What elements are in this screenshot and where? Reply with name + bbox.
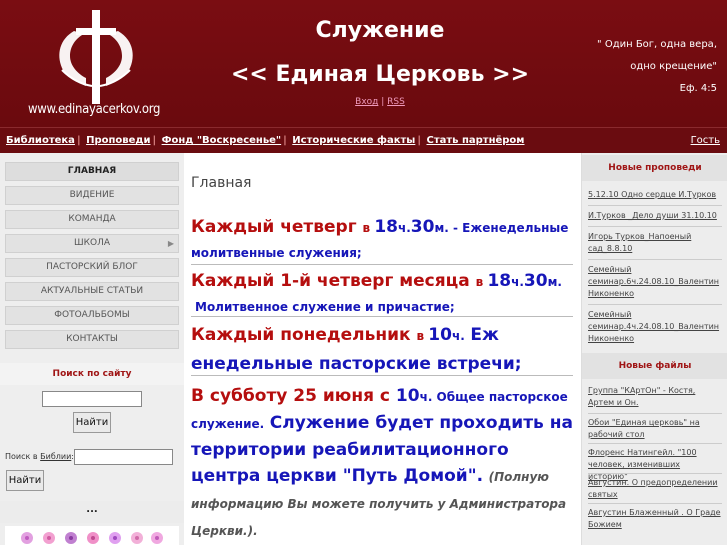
main-content: Главная Каждый четверг в 18ч.30м. - Ежен…: [184, 153, 581, 545]
new-sermons-title: Новые проповеди: [582, 155, 727, 181]
site-title-line2: << Единая Церковь >>: [230, 62, 530, 87]
flowers-banner: [5, 526, 179, 545]
sermon-divider: [588, 259, 722, 260]
menu-item-team[interactable]: Команда: [5, 210, 179, 229]
bible-search-input[interactable]: [74, 449, 173, 465]
sermon-link[interactable]: И.Турков _Дело души 31.10.10: [588, 210, 722, 222]
menu-item-school[interactable]: Школа ▶: [5, 234, 179, 253]
quote-reference: Еф. 4:5: [679, 83, 717, 94]
nav-item-sermons[interactable]: Проповеди: [86, 135, 150, 146]
file-link[interactable]: Обои "Единая церковь" на рабочий стол: [588, 417, 722, 441]
file-divider: [588, 503, 722, 504]
link-separator: |: [381, 97, 385, 107]
menu-item-label: Школа: [73, 238, 111, 248]
bible-search-label: Поиск в Библии:: [5, 452, 74, 461]
divider: [191, 264, 573, 265]
right-sidebar: Новые проповеди 5.12.10 Одно сердце И.Ту…: [581, 153, 727, 545]
divider: [191, 375, 573, 376]
header-links: Вход | RSS: [300, 97, 460, 107]
sermon-divider: [588, 304, 722, 305]
bible-link[interactable]: Библии: [40, 452, 71, 461]
sermon-link[interactable]: 5.12.10 Одно сердце И.Турков: [588, 189, 722, 201]
sermon-divider: [588, 205, 722, 206]
file-link[interactable]: Группа "КАртОн" - Костя, Артем и Он.: [588, 385, 722, 409]
menu-item-articles[interactable]: Актуальные статьи: [5, 282, 179, 301]
sermon-link[interactable]: Семейный семинар.6ч.24.08.10_Валентин Ни…: [588, 264, 722, 300]
site-search-button[interactable]: Найти: [73, 412, 111, 433]
guest-link[interactable]: Гость: [691, 135, 720, 146]
menu-item-vision[interactable]: Видение: [5, 186, 179, 205]
top-nav-items: Библиотека | Проповеди | Фонд "Воскресенье…: [6, 135, 525, 146]
file-link[interactable]: Августин Блаженный . О Граде Божием: [588, 507, 722, 531]
quote-line2: одно крещение": [630, 61, 717, 72]
file-link[interactable]: Августин. О предопределении святых: [588, 477, 722, 501]
top-nav: Библиотека | Проповеди | Фонд "Воскресенье…: [0, 127, 727, 153]
menu-item-contacts[interactable]: Контакты: [5, 330, 179, 349]
notice-monday: Каждый понедельник в 10ч. Еж енедельные …: [191, 325, 522, 374]
scripture-quote: " Один Бог, одна вера, одно крещение" Еф…: [557, 34, 717, 100]
site-search-title: Поиск по сайту: [0, 363, 184, 385]
site-logo[interactable]: www.edinayacerkov.org: [20, 4, 170, 122]
sermon-link[interactable]: Семейный семинар.4ч.24.08.10_Валентин Ни…: [588, 309, 722, 345]
new-files-title: Новые файлы: [582, 353, 727, 379]
cross-logo-icon: [59, 10, 133, 104]
nav-item-fund[interactable]: Фонд "Воскресенье": [162, 135, 282, 146]
site-title-line1: Служение: [315, 18, 445, 43]
left-sidebar: Главная Видение Команда Школа ▶ Пасторск…: [0, 153, 184, 545]
site-url: www.edinayacerkov.org: [28, 102, 161, 117]
notice-first-thursday: Каждый 1-й четверг месяца в 18ч.30м. Мол…: [191, 271, 562, 314]
file-divider: [588, 413, 722, 414]
sermon-divider: [588, 226, 722, 227]
file-divider: [588, 473, 722, 474]
extra-block-title: ...: [0, 501, 184, 523]
notice-thursday: Каждый четверг в 18ч.30м. - Еженедельные…: [191, 217, 569, 260]
sermon-link[interactable]: Игорь Турков_Напоеный сад_8.8.10: [588, 231, 722, 255]
file-divider: [588, 443, 722, 444]
login-link[interactable]: Вход: [355, 97, 378, 107]
divider: [191, 316, 573, 317]
menu-item-photos[interactable]: Фотоальбомы: [5, 306, 179, 325]
nav-item-library[interactable]: Библиотека: [6, 135, 75, 146]
notice-saturday: В субботу 25 июня с 10ч. Общее пасторско…: [191, 386, 573, 538]
rss-link[interactable]: RSS: [387, 97, 405, 107]
nav-item-history[interactable]: Исторические факты: [292, 135, 415, 146]
bible-search-button[interactable]: Найти: [6, 470, 44, 491]
quote-line1: " Один Бог, одна вера,: [597, 39, 717, 50]
site-header: www.edinayacerkov.org Служение << Единая…: [0, 0, 727, 127]
site-search-input[interactable]: [42, 391, 142, 407]
flower-decoration-icon: [21, 532, 163, 544]
menu-item-blog[interactable]: Пасторский блог: [5, 258, 179, 277]
chevron-right-icon: ▶: [167, 239, 174, 248]
page-title: Главная: [191, 175, 252, 191]
nav-item-partner[interactable]: Стать партнёром: [426, 135, 524, 146]
menu-item-home[interactable]: Главная: [5, 162, 179, 181]
